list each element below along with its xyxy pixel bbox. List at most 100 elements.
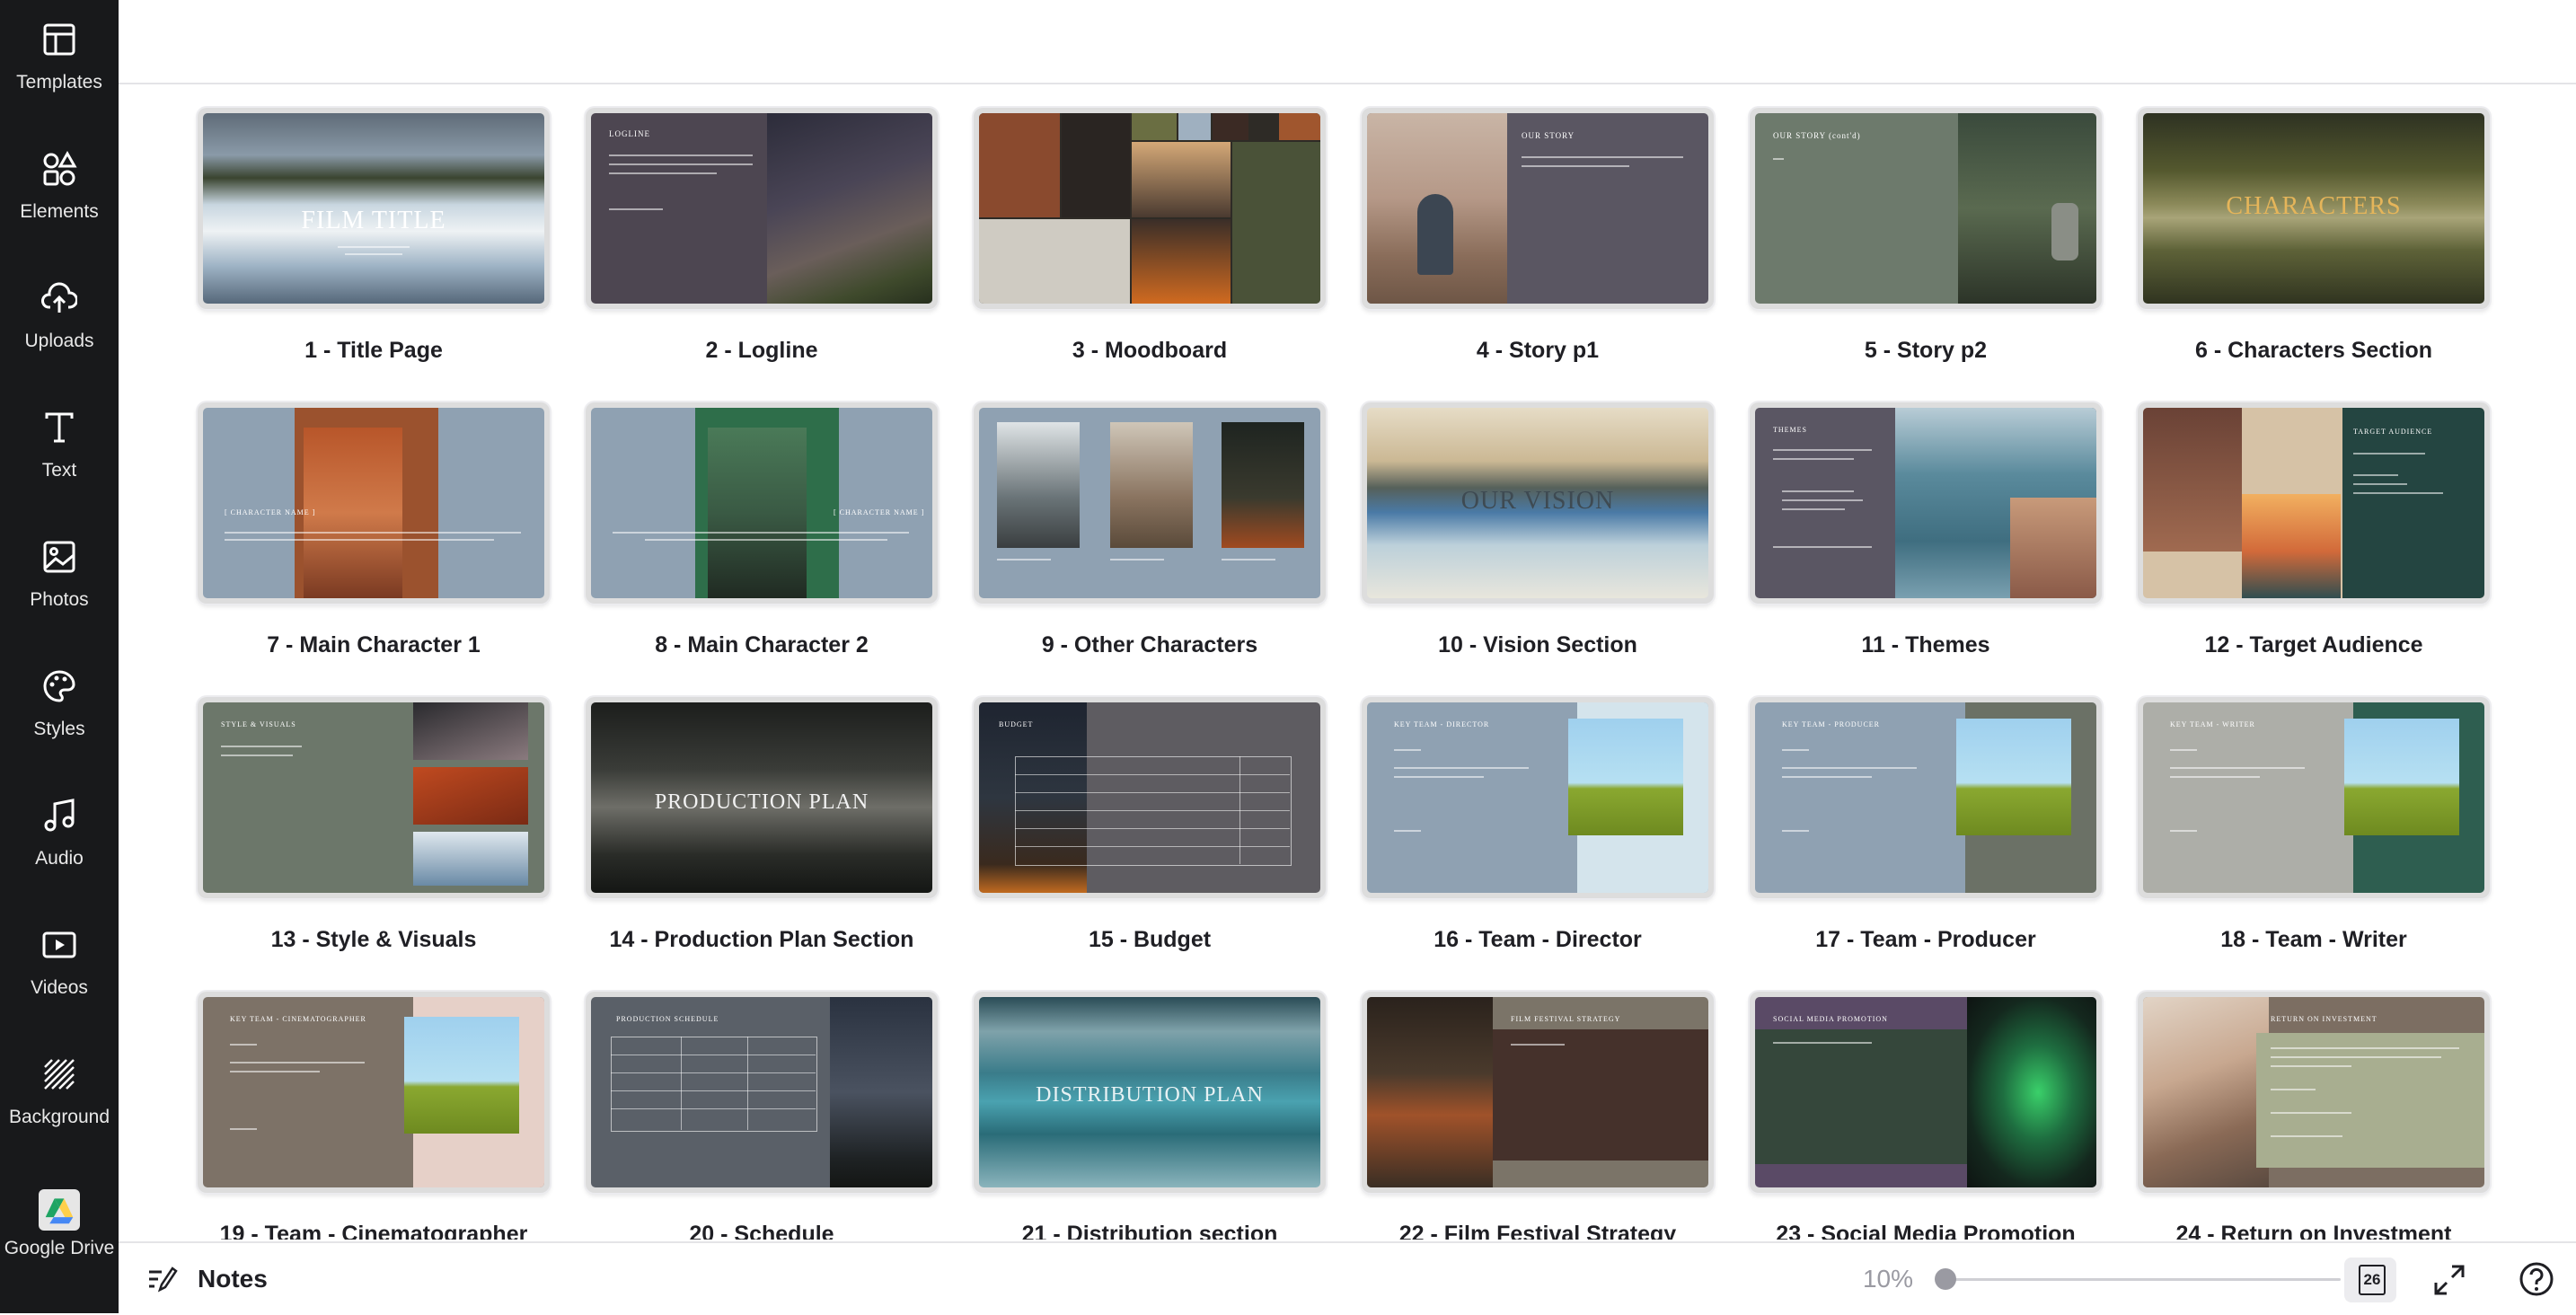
page-thumbnail[interactable]: KEY TEAM - WRITER: [2138, 697, 2490, 898]
text-icon: [45, 412, 74, 443]
page-thumbnail[interactable]: OUR STORY: [1362, 108, 1714, 309]
page-label: 7 - Main Character 1: [267, 632, 481, 658]
page-label: 2 - Logline: [705, 338, 818, 363]
sidebar-item-label: Google Drive: [4, 1238, 115, 1258]
bottom-bar: Notes 10% 26: [119, 1241, 2576, 1315]
page-label: 4 - Story p1: [1476, 338, 1600, 363]
page-thumbnail[interactable]: OUR VISION: [1362, 402, 1714, 604]
page-thumbnail[interactable]: FILM FESTIVAL STRATEGY: [1362, 992, 1714, 1193]
thumb-title: OUR STORY (cont'd): [1773, 131, 1861, 140]
thumb-title: OUR VISION: [1460, 487, 1615, 515]
page-label: 6 - Characters Section: [2195, 338, 2432, 363]
sidebar-item-uploads[interactable]: Uploads: [0, 259, 119, 375]
page-thumbnail[interactable]: [ CHARACTER NAME ]: [586, 402, 938, 604]
page-label: 19 - Team - Cinematographer: [219, 1222, 528, 1240]
google-drive-icon: [39, 1189, 80, 1231]
page-thumbnail[interactable]: THEMES: [1750, 402, 2102, 604]
page-label: 17 - Team - Producer: [1815, 927, 2036, 952]
thumb-title: KEY TEAM - PRODUCER: [1782, 720, 1881, 728]
page-label: 12 - Target Audience: [2204, 632, 2423, 658]
thumb-title: PRODUCTION PLAN: [654, 790, 869, 814]
page-label: 13 - Style & Visuals: [270, 927, 477, 952]
thumb-title: CHARACTERS: [2226, 192, 2402, 220]
zoom-slider-handle[interactable]: [1935, 1268, 1956, 1290]
sidebar-item-label: Uploads: [24, 331, 94, 351]
thumb-title: BUDGET: [999, 720, 1034, 728]
fullscreen-icon[interactable]: [2432, 1263, 2466, 1297]
sidebar-item-photos[interactable]: Photos: [0, 517, 119, 634]
page-thumbnail[interactable]: [974, 402, 1326, 604]
thumb-title: RETURN ON INVESTMENT: [2271, 1015, 2378, 1023]
page-label: 11 - Themes: [1861, 632, 1990, 658]
page-thumbnail[interactable]: RETURN ON INVESTMENT: [2138, 992, 2490, 1193]
background-pattern-icon: [44, 1059, 75, 1090]
page-label: 18 - Team - Writer: [2220, 927, 2407, 952]
sidebar-item-label: Videos: [31, 977, 88, 998]
page-thumbnail[interactable]: STYLE & VISUALS: [198, 697, 550, 898]
page-thumbnail[interactable]: PRODUCTION SCHEDULE: [586, 992, 938, 1193]
page-label: 15 - Budget: [1088, 927, 1212, 952]
sidebar-item-templates[interactable]: Templates: [0, 0, 119, 117]
sidebar-item-label: Elements: [20, 201, 99, 222]
page-thumbnail[interactable]: KEY TEAM - PRODUCER: [1750, 697, 2102, 898]
notes-button[interactable]: Notes: [198, 1265, 268, 1293]
page-thumbnail[interactable]: PRODUCTION PLAN: [586, 697, 938, 898]
sidebar-item-label: Text: [41, 460, 77, 481]
page-thumbnail[interactable]: OUR STORY (cont'd): [1750, 108, 2102, 309]
sidebar-item-label: Photos: [30, 589, 89, 610]
templates-icon: [43, 23, 75, 56]
page-label: 20 - Schedule: [689, 1222, 834, 1240]
thumb-title: [ CHARACTER NAME ]: [834, 508, 925, 516]
page-thumbnail[interactable]: DISTRIBUTION PLAN: [974, 992, 1326, 1193]
thumb-title: FILM TITLE: [301, 207, 446, 234]
help-icon[interactable]: [2519, 1261, 2554, 1297]
top-bar: [119, 0, 2576, 84]
sidebar-item-google-drive[interactable]: Google Drive: [0, 1175, 119, 1292]
video-icon: [42, 931, 76, 958]
sidebar-item-text[interactable]: Text: [0, 388, 119, 505]
page-label: 3 - Moodboard: [1072, 338, 1228, 363]
thumb-title: OUR STORY: [1522, 131, 1575, 140]
music-note-icon: [44, 799, 75, 832]
palette-icon: [43, 670, 75, 702]
sidebar-item-label: Styles: [33, 719, 85, 739]
page-label: 22 - Film Festival Strategy: [1398, 1222, 1677, 1240]
sidebar-item-styles[interactable]: Styles: [0, 647, 119, 763]
thumb-title: STYLE & VISUALS: [221, 720, 296, 728]
thumb-title: TARGET AUDIENCE: [2353, 428, 2433, 436]
page-label: 23 - Social Media Promotion: [1776, 1222, 2076, 1240]
page-thumbnail[interactable]: CHARACTERS: [2138, 108, 2490, 309]
zoom-level: 10%: [1862, 1265, 1913, 1293]
sidebar-item-audio[interactable]: Audio: [0, 776, 119, 893]
page-label: 10 - Vision Section: [1438, 632, 1637, 658]
page-label: 9 - Other Characters: [1041, 632, 1258, 658]
page-thumbnail[interactable]: TARGET AUDIENCE: [2138, 402, 2490, 604]
sidebar-item-label: Audio: [35, 848, 84, 869]
sidebar-item-videos[interactable]: Videos: [0, 905, 119, 1022]
thumb-title: THEMES: [1773, 426, 1807, 434]
page-grid: FILM TITLE 1 - Title Page LOGLINE 2 - Lo…: [119, 84, 2576, 1240]
upload-icon: [41, 282, 77, 313]
sidebar: Templates Elements Uploads Text Photos S…: [0, 0, 119, 1313]
elements-icon: [43, 151, 77, 186]
page-thumbnail[interactable]: [974, 108, 1326, 309]
thumb-title: KEY TEAM - WRITER: [2170, 720, 2255, 728]
page-thumbnail[interactable]: BUDGET: [974, 697, 1326, 898]
page-thumbnail[interactable]: [ CHARACTER NAME ]: [198, 402, 550, 604]
page-count: 26: [2359, 1265, 2386, 1295]
page-label: 24 - Return on Investment: [2175, 1222, 2452, 1240]
page-thumbnail[interactable]: SOCIAL MEDIA PROMOTION: [1750, 992, 2102, 1193]
sidebar-item-background[interactable]: Background: [0, 1035, 119, 1152]
page-thumbnail[interactable]: LOGLINE: [586, 108, 938, 309]
notes-icon[interactable]: [146, 1263, 178, 1295]
page-label: 1 - Title Page: [304, 338, 443, 363]
page-thumbnail[interactable]: FILM TITLE: [198, 108, 550, 309]
sidebar-item-elements[interactable]: Elements: [0, 129, 119, 246]
page-thumbnail[interactable]: KEY TEAM - CINEMATOGRAPHER: [198, 992, 550, 1193]
thumb-title: LOGLINE: [609, 129, 650, 138]
zoom-slider[interactable]: [1945, 1278, 2341, 1281]
page-thumbnail[interactable]: KEY TEAM - DIRECTOR: [1362, 697, 1714, 898]
sidebar-item-label: Templates: [16, 72, 102, 93]
page-label: 8 - Main Character 2: [655, 632, 869, 658]
photos-icon: [43, 541, 75, 573]
